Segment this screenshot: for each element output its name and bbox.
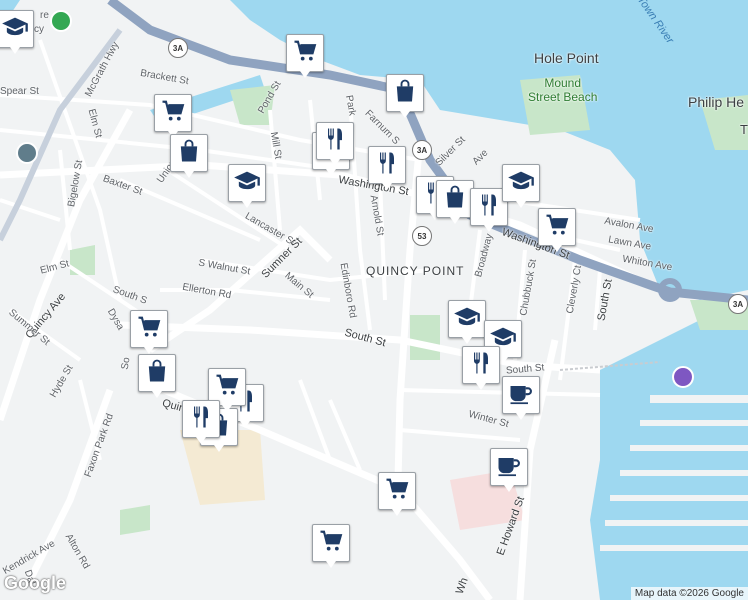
grocery-icon bbox=[213, 371, 241, 404]
restaurant-pin[interactable] bbox=[316, 122, 354, 166]
school-pin[interactable] bbox=[228, 164, 266, 208]
grocery-icon bbox=[383, 475, 411, 508]
restaurant-pin[interactable] bbox=[462, 346, 500, 390]
museum-marker-icon[interactable] bbox=[16, 142, 38, 164]
restaurant-icon bbox=[373, 149, 401, 182]
park-lower-left bbox=[120, 505, 150, 535]
map-canvas[interactable] bbox=[0, 0, 748, 600]
grocery-pin[interactable] bbox=[538, 208, 576, 252]
museum-marker-icon[interactable] bbox=[672, 366, 694, 388]
restaurant-icon bbox=[475, 191, 503, 224]
school-pin[interactable] bbox=[448, 300, 486, 344]
park-mound-street-beach bbox=[520, 75, 590, 135]
restaurant-pin[interactable] bbox=[182, 400, 220, 444]
school-icon bbox=[1, 13, 29, 46]
grocery-icon bbox=[159, 97, 187, 130]
route-shield: 53 bbox=[412, 226, 432, 246]
route-shield: 3A bbox=[728, 294, 748, 314]
shopping-bag-icon bbox=[175, 137, 203, 170]
cafe-pin[interactable] bbox=[502, 376, 540, 420]
grocery-pin[interactable] bbox=[378, 472, 416, 516]
grocery-icon bbox=[543, 211, 571, 244]
shopping-bag-icon bbox=[391, 77, 419, 110]
shopping-bag-pin[interactable] bbox=[436, 180, 474, 224]
cafe-icon bbox=[495, 451, 523, 484]
park-marker-icon[interactable] bbox=[50, 10, 72, 32]
cafe-pin[interactable] bbox=[490, 448, 528, 492]
school-icon bbox=[507, 167, 535, 200]
grocery-pin[interactable] bbox=[312, 524, 350, 568]
shopping-bag-pin[interactable] bbox=[386, 74, 424, 118]
restaurant-icon bbox=[187, 403, 215, 436]
school-icon bbox=[233, 167, 261, 200]
shopping-bag-icon bbox=[441, 183, 469, 216]
grocery-icon bbox=[317, 527, 345, 560]
grocery-pin[interactable] bbox=[286, 34, 324, 78]
shopping-bag-pin[interactable] bbox=[138, 354, 176, 398]
grocery-pin[interactable] bbox=[154, 94, 192, 138]
school-pin[interactable] bbox=[0, 10, 34, 54]
grocery-icon bbox=[135, 313, 163, 346]
map-attribution[interactable]: Map data ©2026 Google bbox=[630, 587, 748, 600]
shopping-bag-icon bbox=[143, 357, 171, 390]
shopping-bag-pin[interactable] bbox=[170, 134, 208, 178]
school-pin[interactable] bbox=[502, 164, 540, 208]
restaurant-icon bbox=[467, 349, 495, 382]
restaurant-icon bbox=[321, 125, 349, 158]
grocery-pin[interactable] bbox=[130, 310, 168, 354]
route-shield: 3A bbox=[412, 140, 432, 160]
school-icon bbox=[453, 303, 481, 336]
cafe-icon bbox=[507, 379, 535, 412]
park-south bbox=[410, 315, 440, 360]
grocery-icon bbox=[291, 37, 319, 70]
restaurant-pin[interactable] bbox=[368, 146, 406, 190]
google-logo: Google bbox=[4, 573, 66, 593]
route-shield: 3A bbox=[168, 38, 188, 58]
